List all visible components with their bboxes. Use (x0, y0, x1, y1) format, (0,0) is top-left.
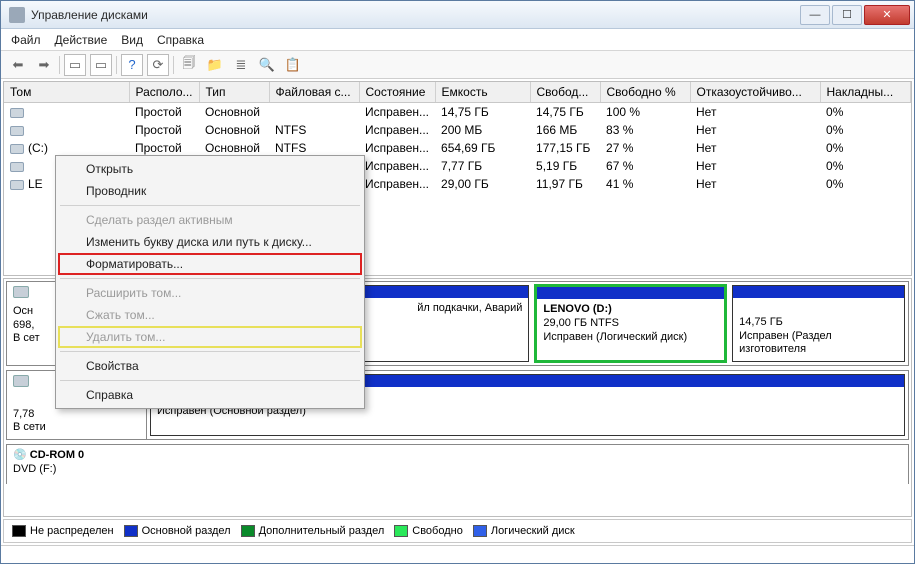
col-overhead[interactable]: Накладны... (820, 82, 910, 103)
oem-state: Исправен (Раздел изготовителя (739, 330, 832, 356)
col-capacity[interactable]: Емкость (435, 82, 530, 103)
legend-logical: Логический диск (473, 525, 575, 537)
col-layout[interactable]: Располо... (129, 82, 199, 103)
help-icon[interactable]: ? (121, 54, 143, 76)
swatch-black (12, 525, 26, 537)
col-type[interactable]: Тип (199, 82, 269, 103)
forward-button[interactable]: ➡ (33, 54, 55, 76)
partition-bar (733, 286, 904, 298)
cm-shrink: Сжать том... (58, 304, 362, 326)
cm-make-active: Сделать раздел активным (58, 209, 362, 231)
statusbar (1, 545, 914, 563)
disk-icon (13, 286, 29, 298)
context-menu: Открыть Проводник Сделать раздел активны… (55, 155, 365, 409)
cdrom-info: 💿 CD-ROM 0 DVD (F:) (7, 445, 147, 484)
disk0-line3: В сет (13, 332, 40, 344)
volume-icon (10, 162, 24, 172)
lenovo-state: Исправен (Логический диск) (543, 331, 687, 343)
view-bottom-icon[interactable]: ▭ (90, 54, 112, 76)
minimize-button[interactable]: — (800, 5, 830, 25)
toolbar: ⬅ ➡ ▭ ▭ ? ⟳ 🗐 📁 ≣ 🔍 📋 (1, 51, 914, 79)
menu-view[interactable]: Вид (121, 33, 143, 47)
maximize-button[interactable]: ☐ (832, 5, 862, 25)
close-button[interactable]: ✕ (864, 5, 910, 25)
cm-help[interactable]: Справка (58, 384, 362, 406)
swatch-lightblue (473, 525, 487, 537)
volume-icon (10, 126, 24, 136)
tool-icon-3[interactable]: ≣ (230, 54, 252, 76)
menu-file[interactable]: Файл (11, 33, 41, 47)
toolbar-separator (173, 56, 174, 74)
table-header-row: Том Располо... Тип Файловая с... Состоян… (4, 82, 911, 103)
tool-icon-1[interactable]: 🗐 (178, 54, 200, 76)
menu-help[interactable]: Справка (157, 33, 204, 47)
lenovo-size: 29,00 ГБ NTFS (543, 317, 619, 329)
volume-icon (10, 144, 24, 154)
col-fault[interactable]: Отказоустойчиво... (690, 82, 820, 103)
col-free[interactable]: Свобод... (530, 82, 600, 103)
volume-icon (10, 108, 24, 118)
view-top-icon[interactable]: ▭ (64, 54, 86, 76)
toolbar-separator (116, 56, 117, 74)
col-freepct[interactable]: Свободно % (600, 82, 690, 103)
legend-primary: Основной раздел (124, 525, 231, 537)
swatch-green (394, 525, 408, 537)
cdrom-title: CD-ROM 0 (30, 449, 84, 461)
refresh-icon[interactable]: ⟳ (147, 54, 169, 76)
menubar: Файл Действие Вид Справка (1, 29, 914, 51)
disk0-line2: 698, (13, 319, 34, 331)
cm-format[interactable]: Форматировать... (58, 253, 362, 275)
context-menu-separator (60, 278, 360, 279)
cm-open[interactable]: Открыть (58, 158, 362, 180)
cm-extend: Расширить том... (58, 282, 362, 304)
legend-unallocated: Не распределен (12, 525, 114, 537)
disk-icon (13, 375, 29, 387)
window-title: Управление дисками (31, 8, 800, 22)
menu-action[interactable]: Действие (55, 33, 108, 47)
volume-icon (10, 180, 24, 190)
table-row[interactable]: ПростойОсновнойИсправен...14,75 ГБ14,75 … (4, 103, 911, 122)
legend-bar: Не распределен Основной раздел Дополните… (3, 519, 912, 543)
partition-lenovo[interactable]: LENOVO (D:) 29,00 ГБ NTFS Исправен (Логи… (534, 284, 727, 363)
col-fs[interactable]: Файловая с... (269, 82, 359, 103)
swatch-darkgreen (241, 525, 255, 537)
oem-size: 14,75 ГБ (739, 316, 783, 328)
cd-icon: 💿 (13, 449, 27, 461)
col-volume[interactable]: Том (4, 82, 129, 103)
partition-c-state: йл подкачки, Аварий (417, 302, 522, 314)
tool-icon-2[interactable]: 📁 (204, 54, 226, 76)
context-menu-separator (60, 351, 360, 352)
legend-extended: Дополнительный раздел (241, 525, 385, 537)
app-icon (9, 7, 25, 23)
legend-free: Свободно (394, 525, 463, 537)
disk-row-cdrom: 💿 CD-ROM 0 DVD (F:) (6, 444, 909, 484)
cdrom-drive: DVD (F:) (13, 463, 56, 475)
disk1-line2: 7,78 (13, 408, 34, 420)
cm-explorer[interactable]: Проводник (58, 180, 362, 202)
context-menu-separator (60, 205, 360, 206)
partition-oem[interactable]: 14,75 ГБ Исправен (Раздел изготовителя (732, 285, 905, 362)
disk0-line1: Осн (13, 305, 33, 317)
tool-icon-4[interactable]: 🔍 (256, 54, 278, 76)
table-row[interactable]: ПростойОсновнойNTFSИсправен...200 МБ166 … (4, 121, 911, 139)
back-button[interactable]: ⬅ (7, 54, 29, 76)
titlebar: Управление дисками — ☐ ✕ (1, 1, 914, 29)
context-menu-separator (60, 380, 360, 381)
cm-properties[interactable]: Свойства (58, 355, 362, 377)
disk1-line3: В сети (13, 421, 46, 433)
cm-change-letter[interactable]: Изменить букву диска или путь к диску... (58, 231, 362, 253)
tool-icon-5[interactable]: 📋 (282, 54, 304, 76)
cm-delete: Удалить том... (58, 326, 362, 348)
window-buttons: — ☐ ✕ (800, 5, 910, 25)
partition-bar (537, 287, 724, 299)
toolbar-separator (59, 56, 60, 74)
swatch-blue (124, 525, 138, 537)
col-state[interactable]: Состояние (359, 82, 435, 103)
lenovo-title: LENOVO (D:) (543, 303, 611, 315)
cdrom-partitions (147, 445, 908, 484)
